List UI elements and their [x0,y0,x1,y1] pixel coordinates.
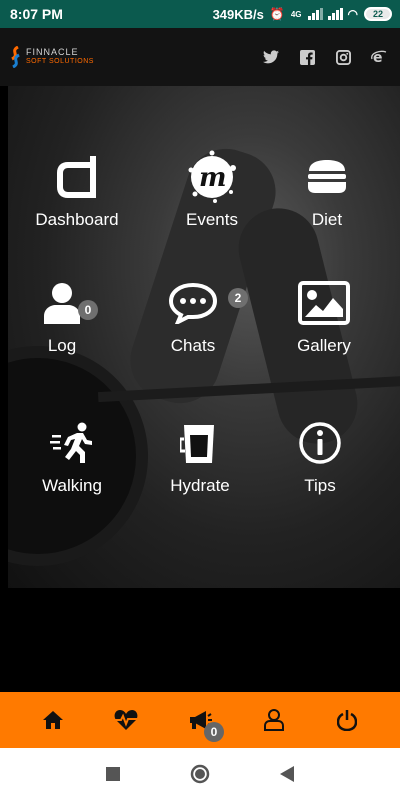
meetup-icon: m [185,150,239,204]
user-icon: 0 [35,276,98,330]
nav-profile[interactable] [254,700,294,740]
network-speed: 349KB/s [212,6,264,22]
menu-item-label: Diet [311,210,343,229]
menu-item-walking[interactable]: Walking [7,416,137,496]
info-icon [293,416,347,470]
recents-icon[interactable] [106,767,120,781]
signal-icon [307,8,323,20]
brand-logo: FINNACLE SOFT SOLUTIONS [8,46,94,68]
status-indicators: 349KB/s ⏰ 4G ◠ 22 [213,7,392,22]
system-navigation-bar [0,748,400,800]
svg-text:m: m [199,163,227,193]
app-header: FINNACLE SOFT SOLUTIONS e [0,28,400,86]
nav-logout[interactable] [327,700,367,740]
menu-item-tips[interactable]: Tips [255,416,385,496]
social-links: e [262,48,388,66]
power-icon [337,710,358,731]
back-icon[interactable] [280,766,294,782]
burger-icon [300,150,354,204]
menu-item-label: Walking [42,476,102,495]
menu-item-diet[interactable]: Diet [262,150,392,230]
user-outline-icon [263,709,284,731]
menu-item-label: Dashboard [35,210,119,229]
nav-announcements[interactable]: 0 [180,700,224,742]
running-icon [45,416,99,470]
nav-health[interactable] [106,700,146,740]
battery-icon: 22 [364,7,392,21]
menu-item-chats[interactable]: 2 Chats [128,276,258,356]
home-icon [42,711,63,729]
glass-icon [173,416,227,470]
menu-item-label: Hydrate [170,476,230,495]
dashboard-icon [50,150,104,204]
logo-mark-icon [11,46,20,68]
home-button-icon[interactable] [190,764,210,784]
logo-text-secondary: SOFT SOLUTIONS [26,58,94,65]
menu-item-events[interactable]: m Events [147,150,277,230]
log-badge: 0 [78,300,98,320]
signal-icon-2 [327,8,343,20]
menu-item-gallery[interactable]: Gallery [259,276,389,356]
bottom-navigation: 0 [0,692,400,748]
status-time: 8:07 PM [10,6,63,22]
menu-item-label: Gallery [297,336,351,355]
menu-item-label: Log [47,336,77,355]
nav-home[interactable] [33,700,73,740]
wifi-icon: ◠ [347,7,358,21]
logo-text-primary: FINNACLE [26,47,79,57]
image-icon [297,276,351,330]
facebook-icon[interactable] [298,48,316,66]
instagram-icon[interactable] [334,48,352,66]
network-type: 4G [290,9,302,19]
menu-item-hydrate[interactable]: Hydrate [135,416,265,496]
menu-item-label: Chats [170,336,216,355]
menu-item-log[interactable]: 0 Log [0,276,127,356]
menu-item-dashboard[interactable]: Dashboard [12,150,142,230]
twitter-icon[interactable] [262,48,280,66]
announcements-badge: 0 [203,722,224,742]
chat-icon: 2 [166,276,248,330]
chats-badge: 2 [228,288,248,308]
internet-explorer-icon[interactable]: e [370,48,388,66]
alarm-icon: ⏰ [269,7,285,21]
status-bar: 8:07 PM 349KB/s ⏰ 4G ◠ 22 [0,0,400,28]
heartbeat-icon [114,710,138,730]
menu-item-label: Events [186,210,238,229]
menu-item-label: Tips [304,476,336,495]
